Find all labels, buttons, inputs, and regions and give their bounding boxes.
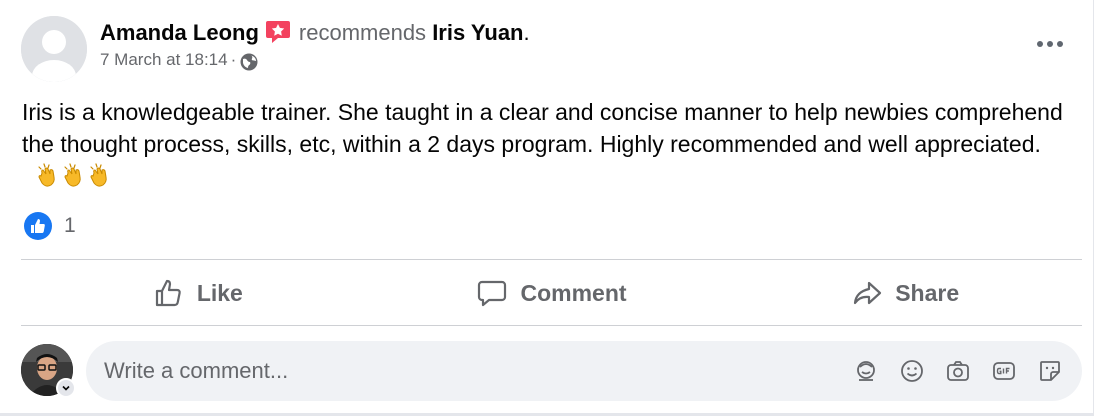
divider	[21, 259, 1082, 260]
reaction-count: 1	[64, 214, 76, 237]
share-button[interactable]: Share	[728, 262, 1082, 324]
share-icon	[854, 281, 882, 305]
more-dot-icon	[1057, 41, 1063, 47]
comment-label: Comment	[520, 279, 627, 306]
recommended-page[interactable]: Iris Yuan	[432, 20, 523, 45]
like-thumb-icon	[24, 212, 52, 240]
comment-icon	[478, 280, 507, 307]
author-name[interactable]: Amanda Leong	[100, 20, 259, 45]
recommends-verb: recommends	[298, 20, 427, 45]
post-text: Iris is a knowledgeable trainer. She tau…	[22, 99, 1063, 157]
default-avatar-icon	[21, 16, 87, 82]
clapping-hands-icon	[62, 163, 88, 189]
like-button[interactable]: Like	[21, 262, 375, 324]
comment-button[interactable]: Comment	[375, 262, 729, 324]
like-icon	[155, 279, 181, 307]
more-options-button[interactable]	[1028, 28, 1072, 60]
reaction-summary[interactable]: 1	[24, 212, 76, 240]
gif-button[interactable]	[988, 355, 1020, 387]
camera-icon	[947, 361, 969, 381]
action-bar: Like Comment Share	[21, 262, 1082, 324]
post-body: Iris is a knowledgeable trainer. She tau…	[22, 96, 1072, 192]
like-label: Like	[196, 279, 243, 306]
gif-icon	[993, 362, 1015, 380]
sticker-button[interactable]	[1034, 355, 1066, 387]
account-switch-button[interactable]	[56, 378, 76, 398]
post-card: Amanda Leong recommends Iris Yuan. 7 Marc…	[0, 0, 1094, 416]
more-dot-icon	[1047, 41, 1053, 47]
clap-emojis	[36, 163, 114, 189]
emoji-icon	[901, 360, 923, 382]
more-dot-icon	[1037, 41, 1043, 47]
chevron-down-icon	[62, 385, 70, 391]
post-header: Amanda Leong recommends Iris Yuan.	[100, 18, 530, 47]
author-avatar[interactable]	[21, 16, 87, 82]
post-timestamp[interactable]: 7 March at 18:14	[100, 50, 228, 69]
comment-tools	[850, 355, 1066, 387]
divider	[21, 325, 1082, 326]
camera-button[interactable]	[942, 355, 974, 387]
sticker-icon	[1040, 361, 1060, 381]
clapping-hands-icon	[88, 163, 114, 189]
comment-input[interactable]	[86, 357, 850, 385]
clapping-hands-icon	[36, 163, 62, 189]
meta-separator: ·	[230, 50, 237, 69]
emoji-button[interactable]	[896, 355, 928, 387]
target-suffix: .	[523, 20, 530, 45]
globe-icon[interactable]	[239, 52, 259, 72]
comment-composer	[86, 341, 1082, 401]
avatar-sticker-button[interactable]	[850, 355, 882, 387]
avatar-sticker-icon	[857, 361, 875, 381]
recommend-star-icon	[265, 18, 291, 44]
post-meta: 7 March at 18:14 ·	[100, 50, 259, 72]
share-label: Share	[895, 279, 960, 306]
